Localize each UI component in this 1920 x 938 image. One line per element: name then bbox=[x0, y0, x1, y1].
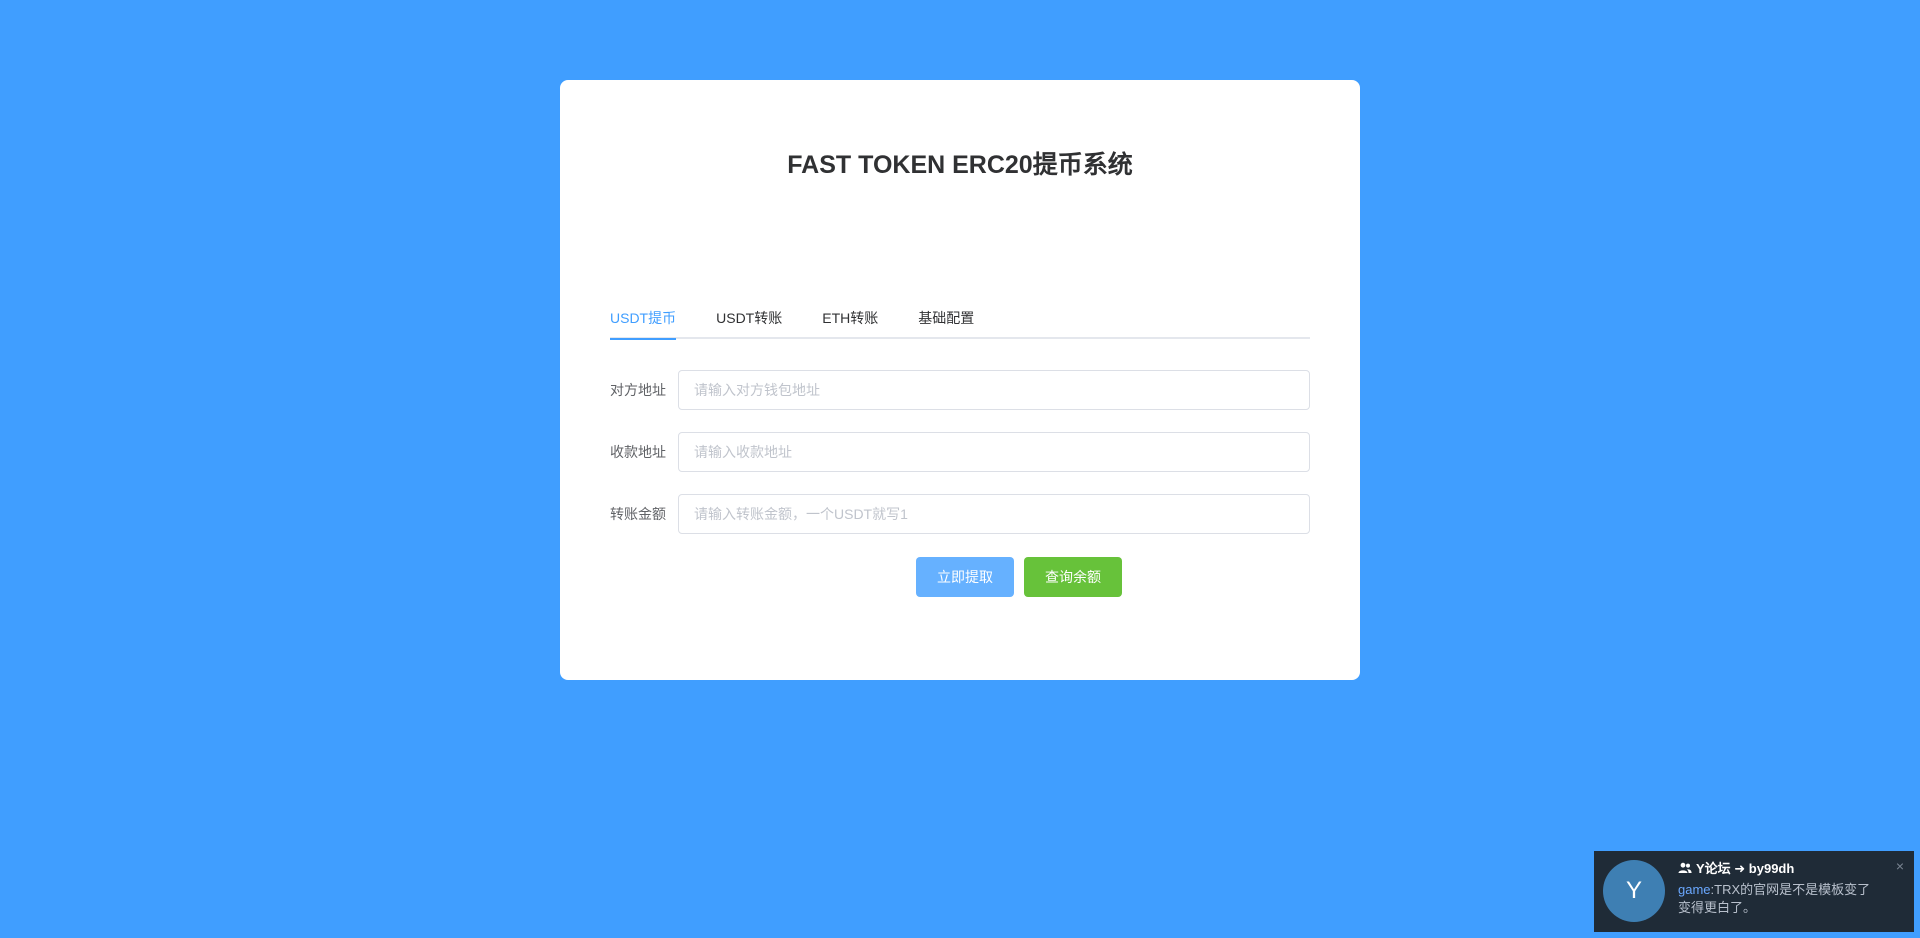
avatar: Y bbox=[1603, 860, 1665, 922]
tab-basic-config[interactable]: 基础配置 bbox=[918, 298, 974, 338]
tab-usdt-withdraw[interactable]: USDT提币 bbox=[610, 298, 677, 340]
notification-toast[interactable]: Y Y论坛 ➜ by99dh game:TRX的官网是不是模板变了变得更白了。 … bbox=[1594, 851, 1914, 932]
close-icon[interactable]: × bbox=[1896, 859, 1904, 873]
notification-title: Y论坛 ➜ by99dh bbox=[1696, 861, 1795, 876]
from-address-label: 对方地址 bbox=[610, 382, 666, 398]
to-address-row: 收款地址 bbox=[610, 432, 1310, 472]
notification-user[interactable]: game bbox=[1678, 882, 1711, 897]
amount-row: 转账金额 bbox=[610, 494, 1310, 534]
check-balance-button[interactable]: 查询余额 bbox=[1024, 557, 1122, 597]
users-icon bbox=[1678, 862, 1692, 874]
button-group: 立即提取 查询余额 bbox=[560, 557, 1360, 597]
to-address-input[interactable] bbox=[678, 432, 1310, 472]
withdraw-button[interactable]: 立即提取 bbox=[916, 557, 1014, 597]
notification-header: Y论坛 ➜ by99dh bbox=[1678, 858, 1794, 877]
tab-usdt-transfer[interactable]: USDT转账 bbox=[716, 298, 782, 338]
from-address-input[interactable] bbox=[678, 370, 1310, 410]
page-title: FAST TOKEN ERC20提币系统 bbox=[787, 151, 1133, 179]
to-address-label: 收款地址 bbox=[610, 444, 666, 460]
main-card: FAST TOKEN ERC20提币系统 USDT提币 USDT转账 ETH转账… bbox=[560, 80, 1360, 680]
notification-body: game:TRX的官网是不是模板变了变得更白了。 bbox=[1678, 881, 1883, 917]
amount-input[interactable] bbox=[678, 494, 1310, 534]
from-address-row: 对方地址 bbox=[610, 370, 1310, 410]
tab-eth-transfer[interactable]: ETH转账 bbox=[822, 298, 878, 338]
amount-label: 转账金额 bbox=[610, 506, 666, 522]
tab-bar: USDT提币 USDT转账 ETH转账 基础配置 bbox=[610, 298, 1310, 340]
